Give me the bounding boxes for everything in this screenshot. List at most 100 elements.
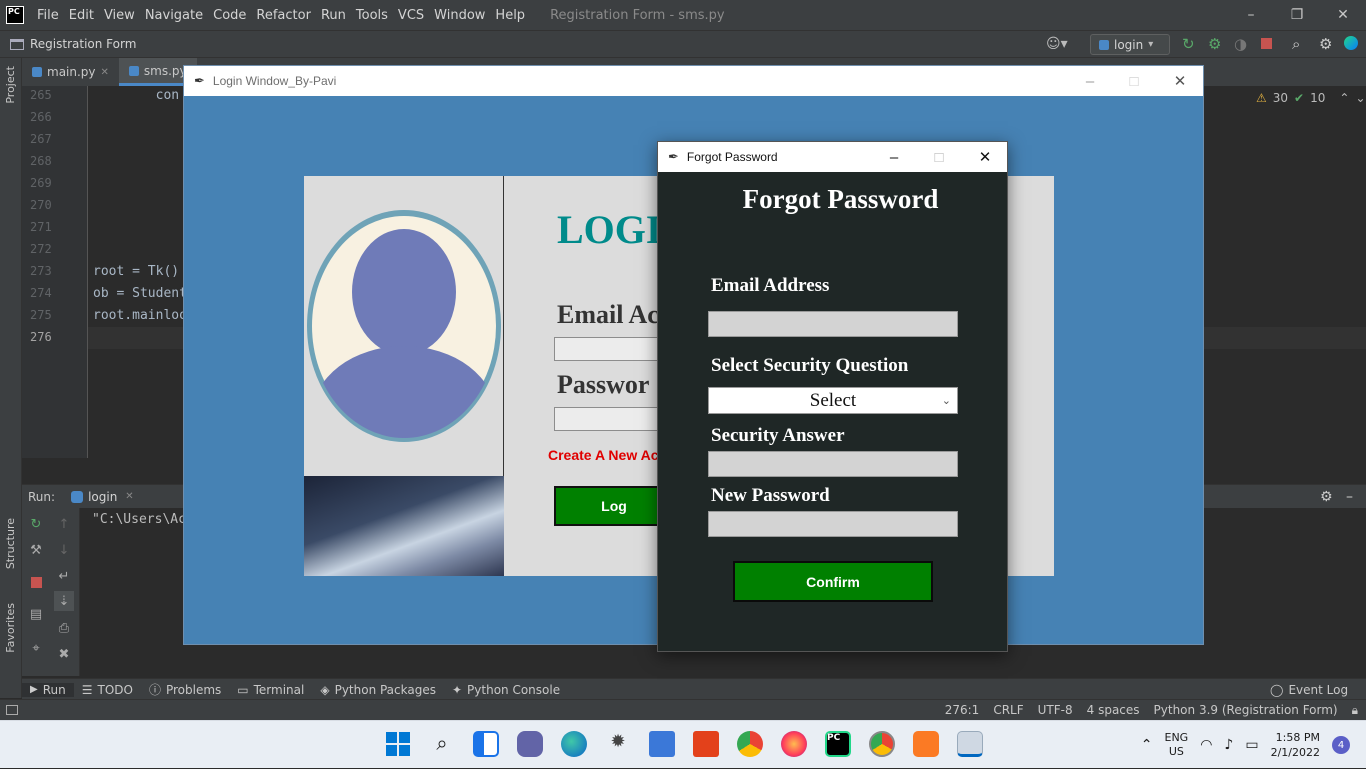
notification-badge[interactable]: 4 [1332, 736, 1350, 754]
chrome-icon[interactable] [737, 731, 763, 757]
stop-icon[interactable] [26, 572, 46, 592]
close-icon[interactable]: ✕ [101, 67, 109, 78]
login-window-titlebar[interactable]: ✒ Login Window_By-Pavi – □ ✕ [184, 66, 1203, 96]
rerun-icon[interactable]: ↻ [26, 514, 46, 534]
status-line-ending[interactable]: CRLF [993, 703, 1023, 717]
print-icon[interactable]: ⎙ [54, 618, 74, 638]
run-tab-login[interactable]: login [88, 490, 117, 504]
search-icon[interactable]: ⌕ [1292, 35, 1300, 53]
toggle-tool-windows-icon[interactable] [6, 705, 18, 715]
user-icon[interactable]: ☺▾ [1046, 36, 1068, 52]
edge-icon[interactable] [561, 731, 587, 757]
wifi-icon[interactable]: ◠ [1200, 737, 1212, 753]
scroll-to-end-icon[interactable]: ⇣ [54, 591, 74, 611]
chevron-down-icon[interactable]: ⌄ [1355, 91, 1365, 105]
chrome-profile-icon[interactable] [869, 731, 895, 757]
security-answer-input[interactable] [708, 451, 958, 477]
xampp-icon[interactable] [913, 731, 939, 757]
close-icon[interactable]: ✕ [1158, 66, 1202, 96]
menu-help[interactable]: Help [490, 8, 530, 23]
battery-icon[interactable]: ▭ [1245, 737, 1258, 753]
chevron-up-icon[interactable]: ⌃ [1141, 737, 1153, 753]
structure-tool-label[interactable]: Structure [4, 518, 17, 569]
menu-edit[interactable]: Edit [64, 8, 99, 23]
menu-tools[interactable]: Tools [351, 8, 393, 23]
menu-code[interactable]: Code [208, 8, 251, 23]
forgot-window-titlebar[interactable]: ✒ Forgot Password – □ ✕ [658, 142, 1007, 172]
login-password-input[interactable] [554, 407, 664, 431]
clock[interactable]: 1:58 PM 2/1/2022 [1271, 730, 1320, 760]
status-indent[interactable]: 4 spaces [1087, 703, 1140, 717]
tab-terminal[interactable]: ▭ Terminal [229, 683, 312, 697]
tab-todo[interactable]: ☰ TODO [74, 683, 141, 697]
debug-icon[interactable]: ⚙ [1208, 35, 1221, 53]
coverage-icon[interactable]: ◑ [1234, 35, 1247, 53]
volume-icon[interactable]: ♪ [1224, 737, 1233, 753]
wrench-icon[interactable]: ⚒ [26, 540, 46, 560]
new-password-input[interactable] [708, 511, 958, 537]
tab-python-console[interactable]: ✦ Python Console [444, 683, 568, 697]
task-view-icon[interactable] [473, 731, 499, 757]
lock-icon[interactable]: 🔒︎ [1352, 703, 1358, 718]
maximize-icon[interactable]: □ [1112, 66, 1156, 96]
arrow-up-icon[interactable]: ↑ [54, 514, 74, 534]
notepad-icon[interactable] [649, 731, 675, 757]
chat-icon[interactable] [517, 731, 543, 757]
close-icon[interactable]: ✕ [963, 142, 1007, 172]
tk-feather-icon: ✒ [668, 149, 679, 164]
minimize-panel-icon[interactable]: – [1346, 489, 1353, 505]
security-question-select[interactable]: Select ⌄ [708, 387, 958, 414]
email-address-input[interactable] [708, 311, 958, 337]
layout-icon[interactable]: ▤ [26, 604, 46, 624]
soft-wrap-icon[interactable]: ↵ [54, 566, 74, 586]
tab-python-packages[interactable]: ◈ Python Packages [312, 683, 444, 697]
menu-view[interactable]: View [99, 8, 140, 23]
ide-close-icon[interactable]: ✕ [1320, 0, 1366, 30]
minimize-icon[interactable]: – [872, 142, 916, 172]
close-icon[interactable]: ✕ [125, 491, 133, 502]
tab-problems[interactable]: ⓘ Problems [141, 681, 229, 698]
gear-icon[interactable]: ⚙ [1319, 35, 1332, 53]
chevron-up-icon[interactable]: ⌃ [1339, 91, 1349, 105]
project-breadcrumb[interactable]: Registration Form [30, 37, 136, 51]
tab-main-py[interactable]: main.py ✕ [22, 58, 119, 86]
status-position[interactable]: 276:1 [945, 703, 980, 717]
trash-icon[interactable]: ✖ [54, 644, 74, 664]
tab-run[interactable]: ▶ Run [22, 682, 74, 697]
start-icon[interactable] [385, 731, 411, 757]
status-interpreter[interactable]: Python 3.9 (Registration Form) [1154, 703, 1338, 717]
pin-icon[interactable]: ⌖ [26, 638, 46, 658]
snipping-icon[interactable]: ✹ [605, 731, 631, 757]
arrow-down-icon[interactable]: ↓ [54, 540, 74, 560]
minimize-icon[interactable]: – [1068, 66, 1112, 96]
maximize-icon[interactable]: □ [917, 142, 961, 172]
python-window-icon[interactable] [957, 731, 983, 757]
language-indicator[interactable]: ENG US [1165, 731, 1189, 759]
jetbrains-ai-icon[interactable] [1344, 36, 1358, 50]
pycharm-taskbar-icon[interactable]: PC [825, 731, 851, 757]
project-tool-label[interactable]: Project [4, 66, 17, 104]
ide-restore-icon[interactable]: ❐ [1274, 0, 1320, 30]
search-icon[interactable]: ⌕ [429, 731, 455, 757]
ide-minimize-icon[interactable]: – [1228, 0, 1274, 30]
firefox-icon[interactable] [781, 731, 807, 757]
run-config-select[interactable]: login ▾ [1090, 34, 1170, 55]
favorites-tool-label[interactable]: Favorites [4, 603, 17, 653]
menu-file[interactable]: File [32, 8, 64, 23]
menu-run[interactable]: Run [316, 8, 351, 23]
inspection-widget[interactable]: ⚠ 30 ✔ 10 ⌃ ⌄ [1256, 91, 1366, 105]
login-button[interactable]: Log [554, 486, 674, 526]
status-encoding[interactable]: UTF-8 [1038, 703, 1073, 717]
menu-vcs[interactable]: VCS [393, 8, 429, 23]
login-email-input[interactable] [554, 337, 664, 361]
rerun-icon[interactable]: ↻ [1182, 35, 1195, 53]
confirm-button[interactable]: Confirm [733, 561, 933, 602]
menu-window[interactable]: Window [429, 8, 490, 23]
menu-refactor[interactable]: Refactor [251, 8, 316, 23]
event-log-tab[interactable]: ◯ Event Log [1262, 683, 1356, 697]
office-icon[interactable] [693, 731, 719, 757]
create-account-link[interactable]: Create A New Ac [548, 447, 658, 463]
menu-navigate[interactable]: Navigate [140, 8, 208, 23]
gear-icon[interactable]: ⚙ [1320, 489, 1333, 505]
stop-icon[interactable] [1261, 38, 1272, 49]
